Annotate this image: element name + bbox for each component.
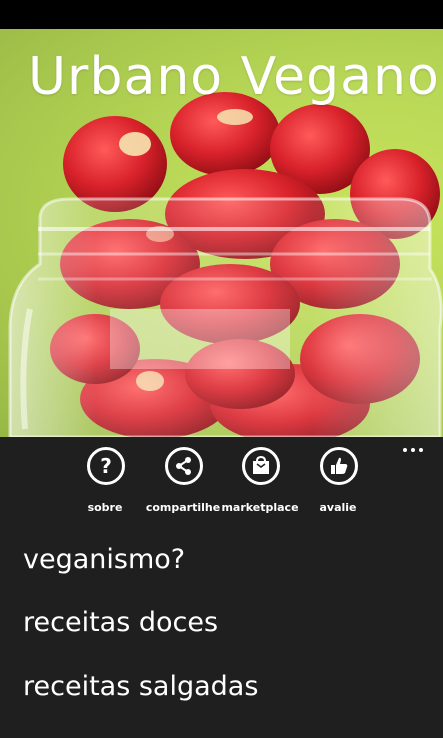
share-icon (165, 447, 203, 485)
rate-label: avalie (319, 501, 357, 514)
shopping-bag-icon (242, 447, 280, 485)
app-title: Urbano Vegano (28, 47, 440, 107)
rate-button[interactable]: avalie (300, 447, 376, 517)
status-bar (0, 0, 443, 29)
menu-item-veganismo[interactable]: veganismo? (23, 544, 185, 575)
about-button[interactable]: ? sobre (67, 447, 143, 517)
hero-image: Urbano Vegano (0, 29, 443, 437)
about-label: sobre (87, 501, 123, 514)
svg-text:?: ? (100, 454, 112, 478)
ellipsis-icon[interactable] (395, 440, 431, 460)
thumbs-up-icon (320, 447, 358, 485)
menu-item-receitas-salgadas[interactable]: receitas salgadas (23, 671, 258, 702)
share-label: compartilhe (145, 501, 221, 514)
marketplace-label: marketplace (221, 501, 299, 514)
menu-item-receitas-doces[interactable]: receitas doces (23, 607, 218, 638)
question-icon: ? (87, 447, 125, 485)
marketplace-button[interactable]: marketplace (221, 447, 299, 517)
share-button[interactable]: compartilhe (145, 447, 221, 517)
application-bar: ? sobre compartilhe marketplace avalie (0, 437, 443, 520)
